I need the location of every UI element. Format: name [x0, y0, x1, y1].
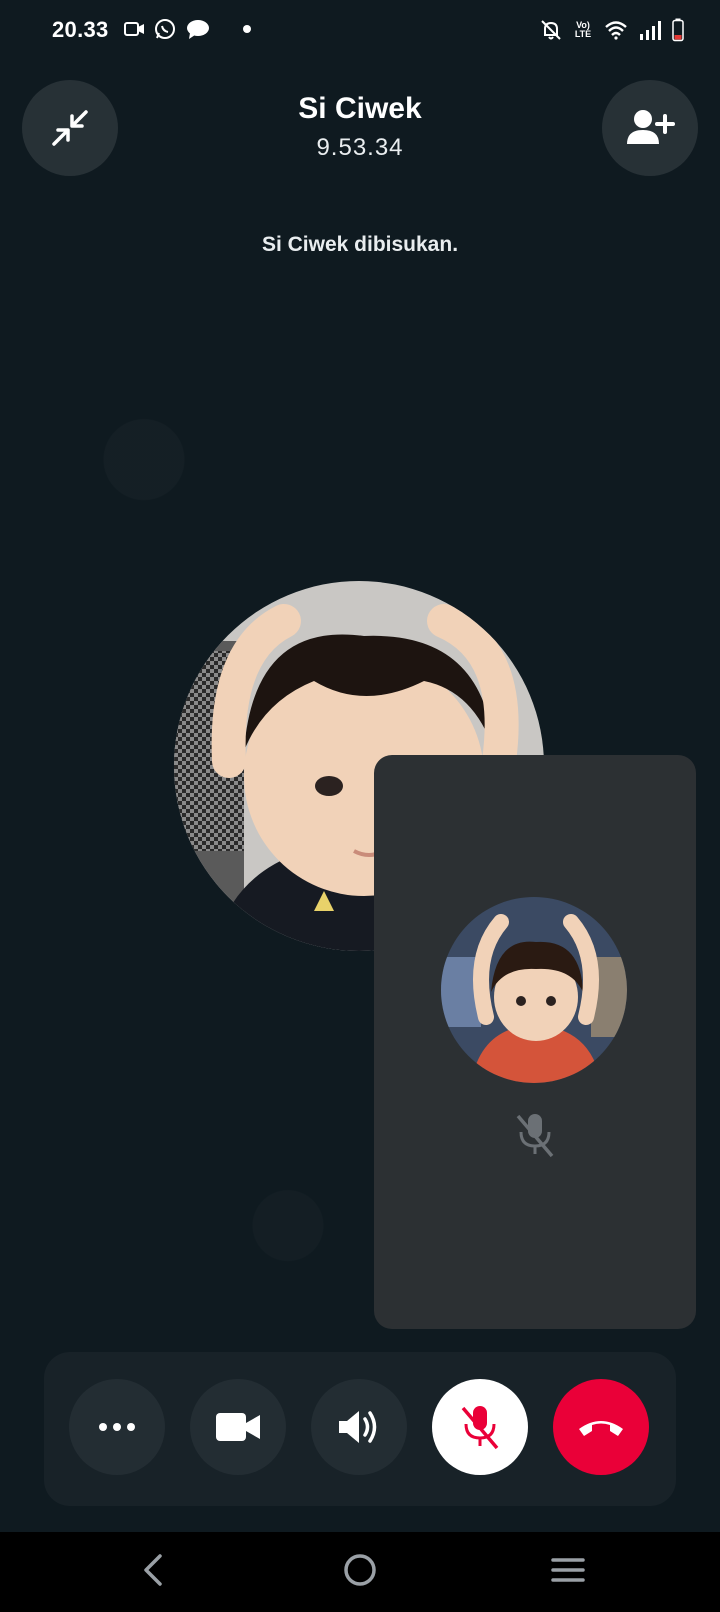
end-call-button[interactable] [553, 1379, 649, 1475]
whatsapp-icon [155, 19, 175, 39]
volte-label: Vo) LTE [574, 20, 592, 39]
signal-icon [640, 21, 661, 40]
muted-notice: Si Ciwek dibisukan. [261, 233, 459, 256]
recents-icon[interactable] [550, 1552, 586, 1588]
add-person-icon [627, 110, 675, 144]
video-record-icon [124, 22, 144, 36]
more-dots-icon [99, 1423, 135, 1431]
speaker-icon [339, 1411, 377, 1443]
add-participant-button[interactable] [602, 80, 698, 176]
mute-notification-icon [541, 20, 561, 40]
speaker-button[interactable] [311, 1379, 407, 1475]
system-nav-bar [0, 1532, 720, 1612]
volte-icon: Vo) LTE [572, 21, 594, 39]
self-view-tile[interactable] [374, 755, 696, 1329]
end-call-icon [579, 1421, 623, 1436]
status-time: 20.33 [52, 17, 109, 42]
home-icon[interactable] [342, 1552, 378, 1588]
battery-icon [672, 18, 684, 42]
back-icon[interactable] [138, 1552, 168, 1588]
video-camera-button[interactable] [190, 1379, 286, 1475]
mute-mic-button[interactable] [432, 1379, 528, 1475]
status-icons-right: Vo) LTE [540, 18, 684, 42]
self-photo [441, 897, 627, 1083]
more-options-button[interactable] [69, 1379, 165, 1475]
mic-muted-icon [461, 1406, 499, 1450]
call-controls-bar [44, 1352, 676, 1506]
self-mic-muted-icon [516, 1114, 554, 1158]
dot-icon [243, 25, 251, 33]
message-icon [187, 20, 209, 39]
video-camera-icon [216, 1413, 260, 1441]
status-bar: 20.33 Vo) LTE [0, 0, 720, 60]
self-avatar [441, 897, 627, 1083]
wifi-icon [605, 21, 627, 40]
